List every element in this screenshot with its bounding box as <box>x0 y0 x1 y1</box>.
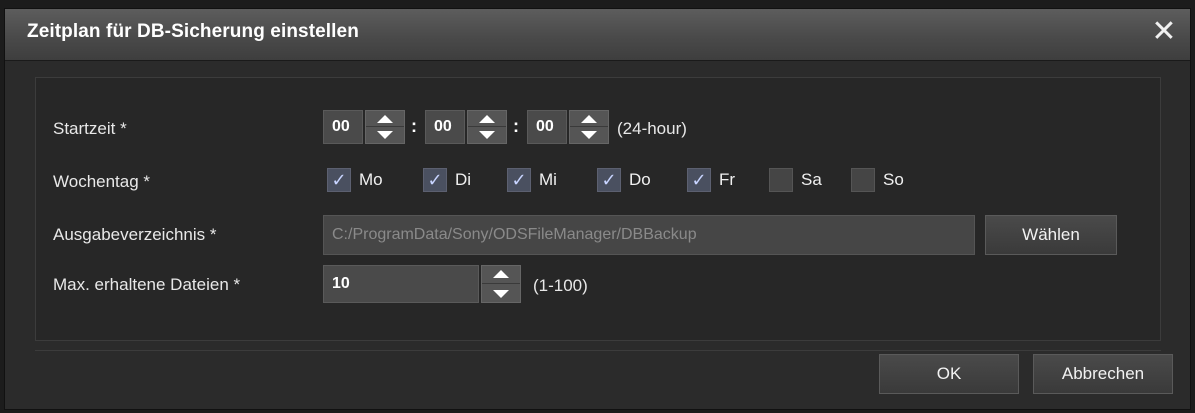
weekday-label-fr: Fr <box>719 170 736 189</box>
seconds-down-button[interactable] <box>570 127 608 143</box>
checkmark-icon: ✓ <box>597 168 621 192</box>
cancel-button[interactable]: Abbrechen <box>1033 354 1173 394</box>
seconds-up-button[interactable] <box>570 111 608 127</box>
time-separator: : <box>411 116 417 136</box>
footer-divider <box>35 350 1161 351</box>
minutes-up-button[interactable] <box>468 111 506 127</box>
weekday-checkbox-di[interactable]: ✓ Di <box>423 168 483 194</box>
browse-button[interactable]: Wählen <box>985 215 1117 255</box>
weekday-checkbox-mi[interactable]: ✓ Mi <box>507 168 577 194</box>
checkmark-icon: ✓ <box>507 168 531 192</box>
weekday-label-sa: Sa <box>801 170 822 189</box>
checkmark-icon: ✓ <box>687 168 711 192</box>
hours-down-button[interactable] <box>366 127 404 143</box>
weekday-label-mi: Mi <box>539 170 557 189</box>
output-dir-field[interactable]: C:/ProgramData/Sony/ODSFileManager/DBBac… <box>323 215 975 255</box>
max-files-up-button[interactable] <box>482 266 520 284</box>
minutes-spinner <box>467 110 507 144</box>
max-files-range-hint: (1-100) <box>533 276 588 295</box>
weekday-checkbox-sa[interactable]: Sa <box>769 168 829 194</box>
arrow-down-icon <box>377 131 393 139</box>
minutes-input[interactable]: 00 <box>425 110 465 144</box>
arrow-down-icon <box>493 290 509 298</box>
close-icon[interactable]: ✕ <box>1150 17 1178 47</box>
arrow-up-icon <box>493 270 509 278</box>
seconds-input[interactable]: 00 <box>527 110 567 144</box>
ok-button[interactable]: OK <box>879 354 1019 394</box>
checkmark-icon: ✓ <box>423 168 447 192</box>
arrow-up-icon <box>479 115 495 123</box>
weekday-label-do: Do <box>629 170 651 189</box>
weekday-label-mo: Mo <box>359 170 383 189</box>
hours-input[interactable]: 00 <box>323 110 363 144</box>
weekday-checkbox-mo[interactable]: ✓ Mo <box>327 168 397 194</box>
checkmark-icon: ✓ <box>327 168 351 192</box>
weekday-label-so: So <box>883 170 904 189</box>
hours-up-button[interactable] <box>366 111 404 127</box>
max-files-spinner <box>481 265 521 303</box>
max-files-label: Max. erhaltene Dateien * <box>53 275 241 294</box>
title-bar: Zeitplan für DB-Sicherung einstellen ✕ <box>5 9 1190 61</box>
checkbox-empty-icon <box>769 168 793 192</box>
weekday-checkbox-so[interactable]: So <box>851 168 911 194</box>
weekday-label: Wochentag * <box>53 172 151 191</box>
time-separator: : <box>513 116 519 136</box>
max-files-input[interactable]: 10 <box>323 265 479 303</box>
arrow-down-icon <box>581 131 597 139</box>
arrow-down-icon <box>479 131 495 139</box>
checkbox-empty-icon <box>851 168 875 192</box>
backup-schedule-dialog: Zeitplan für DB-Sicherung einstellen ✕ S… <box>4 8 1191 410</box>
weekday-label-di: Di <box>455 170 472 189</box>
weekday-checkbox-do[interactable]: ✓ Do <box>597 168 667 194</box>
output-dir-label: Ausgabeverzeichnis * <box>53 225 217 244</box>
hours-spinner <box>365 110 405 144</box>
arrow-up-icon <box>377 115 393 123</box>
minutes-down-button[interactable] <box>468 127 506 143</box>
seconds-spinner <box>569 110 609 144</box>
arrow-up-icon <box>581 115 597 123</box>
dialog-title: Zeitplan für DB-Sicherung einstellen <box>27 21 359 42</box>
weekday-checkbox-fr[interactable]: ✓ Fr <box>687 168 747 194</box>
max-files-down-button[interactable] <box>482 284 520 302</box>
start-time-label: Startzeit * <box>53 119 127 138</box>
time-format-hint: (24-hour) <box>617 119 687 138</box>
